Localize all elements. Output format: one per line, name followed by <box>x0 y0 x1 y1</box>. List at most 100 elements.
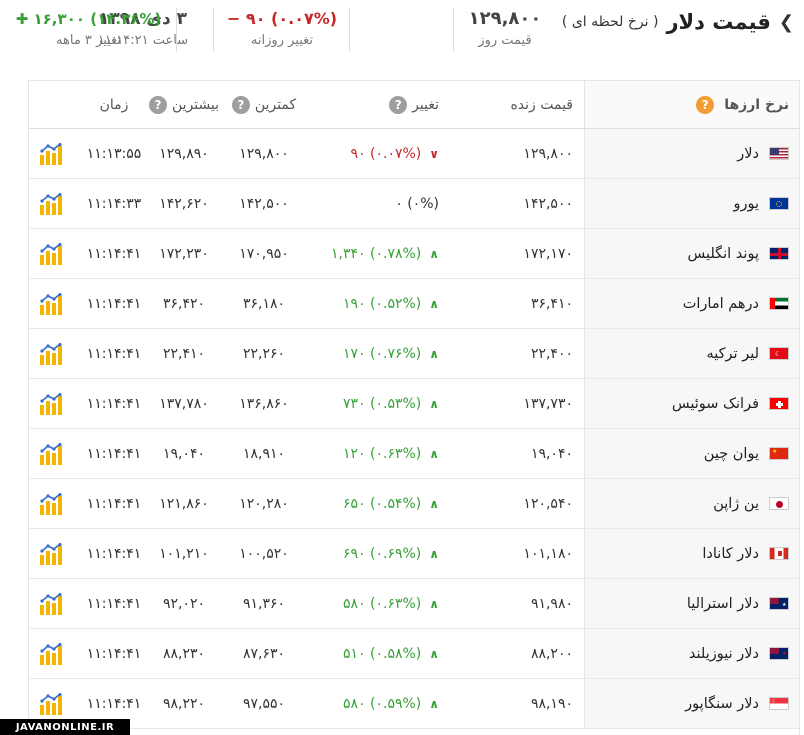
currency-name[interactable]: دلار استرالیا <box>687 596 759 612</box>
header-name-label: نرخ ارزها <box>724 96 789 113</box>
currency-name-cell: پوند انگلیس <box>584 229 799 278</box>
change-value: (۰.۶۳%) ۱۲۰ <box>342 445 422 462</box>
chart-icon[interactable] <box>31 129 71 178</box>
min-price-cell: ۱۲۰,۲۸۰ <box>224 479 304 528</box>
min-price: ۲۲,۲۶۰ <box>242 345 286 362</box>
currency-name[interactable]: دلار سنگاپور <box>685 696 759 712</box>
max-price: ۹۸,۲۲۰ <box>162 695 206 712</box>
currency-name[interactable]: فرانک سوئیس <box>672 396 759 412</box>
live-price-cell: ۹۸,۱۹۰ <box>453 679 573 728</box>
min-price-cell: ۱۷۰,۹۵۰ <box>224 229 304 278</box>
chart-icon[interactable] <box>31 529 71 578</box>
min-price: ۱۸,۹۱۰ <box>242 445 286 462</box>
table-row[interactable]: درهم امارات ۳۶,۴۱۰ ∧ (۰.۵۲%) ۱۹۰ ۳۶,۱۸۰ … <box>29 279 799 329</box>
max-price-cell: ۱۲۹,۸۹۰ <box>144 129 224 178</box>
change-value: (۰.۵۲%) ۱۹۰ <box>342 295 422 312</box>
update-time: ۱۱:۱۴:۴۱ <box>86 695 142 712</box>
max-price-cell: ۱۹,۰۴۰ <box>144 429 224 478</box>
chart-icon[interactable] <box>31 329 71 378</box>
currency-name[interactable]: دلار نیوزیلند <box>689 646 759 662</box>
header-divider <box>453 8 454 52</box>
currency-name-cell: ین ژاپن <box>584 479 799 528</box>
min-price-cell: ۲۲,۲۶۰ <box>224 329 304 378</box>
currency-name[interactable]: ین ژاپن <box>713 496 759 512</box>
table-row[interactable]: پوند انگلیس ۱۷۲,۱۷۰ ∧ (۰.۷۸%) ۱,۳۴۰ ۱۷۰,… <box>29 229 799 279</box>
table-row[interactable]: فرانک سوئیس ۱۳۷,۷۳۰ ∧ (۰.۵۳%) ۷۳۰ ۱۳۶,۸۶… <box>29 379 799 429</box>
max-price: ۲۲,۴۱۰ <box>162 345 206 362</box>
change-value: (۰%) ۰ <box>395 195 439 212</box>
jp-flag-icon <box>769 497 789 510</box>
change-value: (۰.۰۷%) ۹۰ <box>350 145 422 162</box>
currency-name-cell: ★ یوان چین <box>584 429 799 478</box>
chevron-right-icon[interactable]: ❯ <box>779 12 794 33</box>
table-row[interactable]: ین ژاپن ۱۲۰,۵۴۰ ∧ (۰.۵۴%) ۶۵۰ ۱۲۰,۲۸۰ ۱۲… <box>29 479 799 529</box>
chart-icon[interactable] <box>31 579 71 628</box>
live-price-cell: ۱۰۱,۱۸۰ <box>453 529 573 578</box>
table-row[interactable]: ★ دلار نیوزیلند ۸۸,۲۰۰ ∧ (۰.۵۸%) ۵۱۰ ۸۷,… <box>29 629 799 679</box>
chart-icon[interactable] <box>31 479 71 528</box>
min-price: ۱۷۰,۹۵۰ <box>239 245 289 262</box>
uk-flag-icon <box>769 247 789 260</box>
min-price-cell: ۹۷,۵۵۰ <box>224 679 304 728</box>
currency-name[interactable]: یورو <box>733 196 759 212</box>
day-price-value: ۱۲۹,۸۰۰ <box>468 8 542 29</box>
max-price: ۱۷۲,۲۳۰ <box>159 245 209 262</box>
currency-name[interactable]: پوند انگلیس <box>687 246 759 262</box>
max-price: ۸۸,۲۳۰ <box>162 645 206 662</box>
header-time: زمان <box>79 81 149 128</box>
help-icon[interactable]: ? <box>696 95 715 114</box>
time-cell: ۱۱:۱۳:۵۵ <box>79 129 149 178</box>
nz-flag-icon: ★ <box>769 647 789 660</box>
three-month-block: (۱۴.۳۶%) ۱۶,۳۰۰ ✚ تغییر ۳ ماهه <box>6 6 171 50</box>
header-change: تغییر ? <box>309 81 439 128</box>
table-row[interactable]: ☾ لیر ترکیه ۲۲,۴۰۰ ∧ (۰.۷۶%) ۱۷۰ ۲۲,۲۶۰ … <box>29 329 799 379</box>
currency-name-cell: دلار کانادا <box>584 529 799 578</box>
live-price-cell: ۱۷۲,۱۷۰ <box>453 229 573 278</box>
header-divider <box>176 8 177 52</box>
change-cell: ∧ (۰.۷۶%) ۱۷۰ <box>309 329 439 378</box>
max-price-cell: ۱۲۱,۸۶۰ <box>144 479 224 528</box>
page-header: ❯ قیمت دلار ( نرخ لحظه ای ) ۱۲۹,۸۰۰ قیمت… <box>0 0 804 60</box>
header-min: کمترین ? <box>224 81 304 128</box>
arrow-up-icon: ∧ <box>429 646 439 661</box>
chart-icon[interactable] <box>31 379 71 428</box>
chart-icon[interactable] <box>31 279 71 328</box>
live-price-cell: ۱۲۰,۵۴۰ <box>453 479 573 528</box>
live-price: ۱۴۲,۵۰۰ <box>523 195 573 212</box>
max-price: ۹۲,۰۲۰ <box>162 595 206 612</box>
min-price: ۱۲۰,۲۸۰ <box>239 495 289 512</box>
table-row[interactable]: ★ دلار استرالیا ۹۱,۹۸۰ ∧ (۰.۶۳%) ۵۸۰ ۹۱,… <box>29 579 799 629</box>
live-price: ۹۱,۹۸۰ <box>530 595 573 612</box>
live-price-cell: ۱۲۹,۸۰۰ <box>453 129 573 178</box>
min-price-cell: ۱۸,۹۱۰ <box>224 429 304 478</box>
table-row[interactable]: یورو ۱۴۲,۵۰۰ (۰%) ۰ ۱۴۲,۵۰۰ ۱۴۲,۶۲۰ ۱۱:۱… <box>29 179 799 229</box>
currency-name[interactable]: لیر ترکیه <box>707 346 760 362</box>
help-icon[interactable]: ? <box>231 95 250 114</box>
chart-icon[interactable] <box>31 179 71 228</box>
table-row[interactable]: ★ یوان چین ۱۹,۰۴۰ ∧ (۰.۶۳%) ۱۲۰ ۱۸,۹۱۰ ۱… <box>29 429 799 479</box>
update-time: ۱۱:۱۴:۳۳ <box>86 195 142 212</box>
chart-icon[interactable] <box>31 229 71 278</box>
arrow-up-icon: ∧ <box>429 546 439 561</box>
help-icon[interactable]: ? <box>148 95 167 114</box>
uae-flag-icon <box>769 297 789 310</box>
live-price: ۱۳۷,۷۳۰ <box>523 395 573 412</box>
currency-name[interactable]: دلار <box>737 146 759 162</box>
header-name: نرخ ارزها ? <box>584 81 799 128</box>
header-live: قیمت زنده <box>453 81 573 128</box>
currency-name[interactable]: دلار کانادا <box>702 546 759 562</box>
change-value: (۰.۶۳%) ۵۸۰ <box>342 595 422 612</box>
currency-name-cell: ☾ دلار سنگاپور <box>584 679 799 728</box>
currency-name[interactable]: درهم امارات <box>683 296 759 312</box>
update-time: ۱۱:۱۴:۴۱ <box>86 245 142 262</box>
change-cell: ∧ (۰.۶۹%) ۶۹۰ <box>309 529 439 578</box>
min-price-cell: ۱۳۶,۸۶۰ <box>224 379 304 428</box>
table-row[interactable]: دلار ۱۲۹,۸۰۰ ∨ (۰.۰۷%) ۹۰ ۱۲۹,۸۰۰ ۱۲۹,۸۹… <box>29 129 799 179</box>
table-row[interactable]: ☾ دلار سنگاپور ۹۸,۱۹۰ ∧ (۰.۵۹%) ۵۸۰ ۹۷,۵… <box>29 679 799 729</box>
chart-icon[interactable] <box>31 629 71 678</box>
live-price: ۸۸,۲۰۰ <box>530 645 573 662</box>
chart-icon[interactable] <box>31 429 71 478</box>
currency-name[interactable]: یوان چین <box>704 446 759 462</box>
help-icon[interactable]: ? <box>389 95 408 114</box>
table-row[interactable]: دلار کانادا ۱۰۱,۱۸۰ ∧ (۰.۶۹%) ۶۹۰ ۱۰۰,۵۲… <box>29 529 799 579</box>
